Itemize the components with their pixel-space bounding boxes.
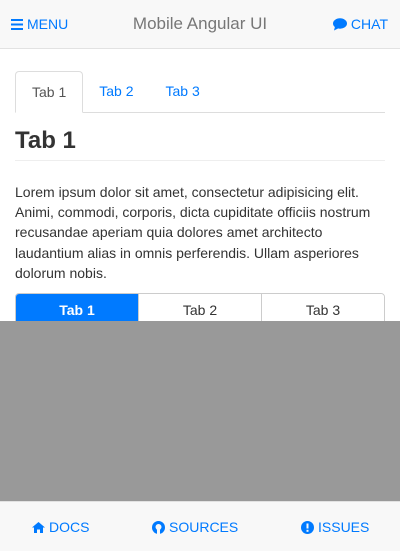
main-content: Tab 1 Tab 2 Tab 3 Tab 1 Lorem ipsum dolo…: [0, 49, 400, 328]
chat-button[interactable]: CHAT: [332, 0, 388, 48]
menu-label: MENU: [27, 16, 69, 32]
tab-heading: Tab 1: [15, 113, 385, 161]
exclamation-circle-icon: [301, 520, 314, 534]
issues-label: ISSUES: [318, 519, 370, 535]
chat-label: CHAT: [350, 16, 388, 32]
app-root: Mobile Angular UI MENU CHAT Tab 1 Tab 2 …: [0, 0, 400, 551]
bottom-navbar: DOCS SOURCES ISSUES: [0, 501, 400, 551]
github-icon: [152, 520, 165, 534]
bars-icon: [11, 18, 23, 30]
backdrop-area: [0, 321, 400, 501]
tab-3[interactable]: Tab 3: [150, 71, 216, 113]
comment-icon: [332, 17, 347, 31]
top-navbar: Mobile Angular UI MENU CHAT: [0, 0, 400, 49]
sources-label: SOURCES: [169, 519, 239, 535]
tab-bar: Tab 1 Tab 2 Tab 3: [15, 60, 385, 113]
tab-2[interactable]: Tab 2: [83, 71, 149, 113]
tab-body-text: Lorem ipsum dolor sit amet, consectetur …: [15, 184, 371, 281]
menu-button[interactable]: MENU: [11, 0, 68, 48]
issues-link[interactable]: ISSUES: [301, 502, 369, 551]
docs-link[interactable]: DOCS: [32, 502, 89, 551]
sources-link[interactable]: SOURCES: [152, 502, 238, 551]
home-icon: [32, 521, 45, 533]
docs-label: DOCS: [49, 519, 90, 535]
tab-1[interactable]: Tab 1: [15, 71, 84, 113]
